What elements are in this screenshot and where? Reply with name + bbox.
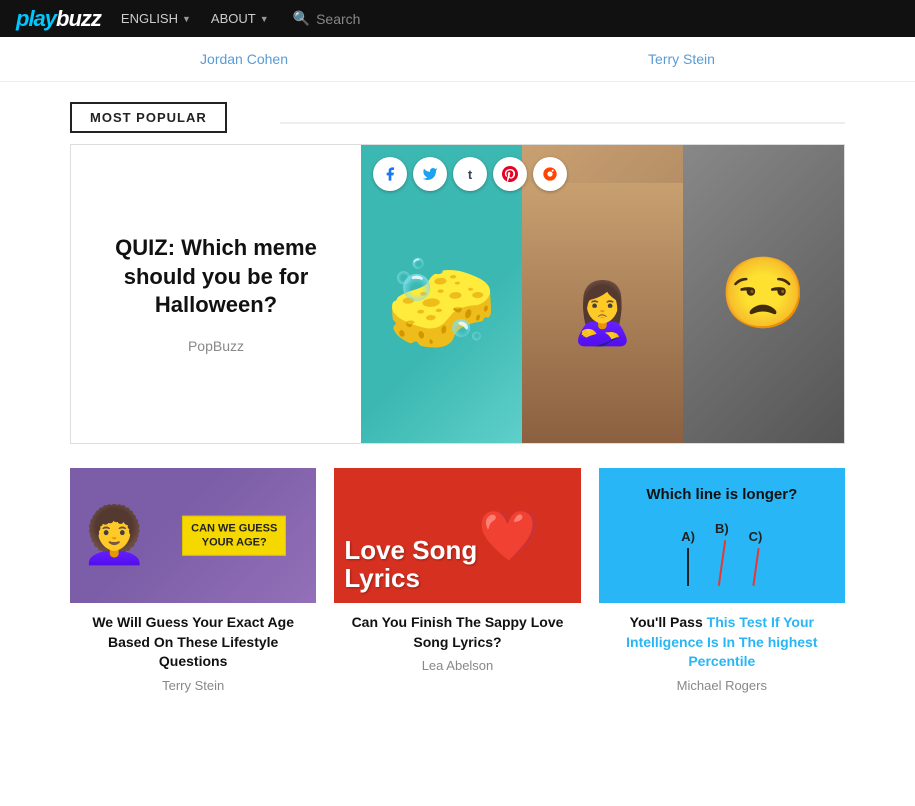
share-facebook-button[interactable] — [373, 157, 407, 191]
cards-row: 👩‍🦱 CAN WE GUESS YOUR AGE? We Will Guess… — [70, 468, 845, 697]
share-reddit-button[interactable] — [533, 157, 567, 191]
section-divider — [280, 122, 845, 124]
iq-card-visual: Which line is longer? A) B) C) — [599, 468, 845, 603]
featured-image-3: 😒 — [683, 145, 844, 443]
card-iq: Which line is longer? A) B) C) — [599, 468, 845, 697]
iq-line-a — [687, 548, 689, 586]
card-iq-author[interactable]: Michael Rogers — [605, 678, 839, 693]
card-age-author[interactable]: Terry Stein — [76, 678, 310, 693]
card-iq-title[interactable]: You'll Pass This Test If Your Intelligen… — [605, 613, 839, 672]
iq-question-text: Which line is longer? — [646, 486, 797, 503]
love-card-visual: Love Song Lyrics ❤️ — [334, 468, 580, 603]
iq-line-c — [752, 548, 759, 586]
card-age-thumb[interactable]: 👩‍🦱 CAN WE GUESS YOUR AGE? — [70, 468, 316, 603]
card-age: 👩‍🦱 CAN WE GUESS YOUR AGE? We Will Guess… — [70, 468, 316, 697]
chevron-down-icon: ▼ — [260, 14, 269, 24]
card-age-info: We Will Guess Your Exact Age Based On Th… — [70, 603, 316, 697]
featured-images-panel: t 🧽 🙎‍♀️ 😒 — [361, 145, 844, 443]
card-love: Love Song Lyrics ❤️ Can You Finish The S… — [334, 468, 580, 697]
navbar: playbuzz ENGLISH ▼ ABOUT ▼ 🔍 — [0, 0, 915, 37]
card-love-info: Can You Finish The Sappy Love Song Lyric… — [334, 603, 580, 677]
iq-option-b: B) — [715, 521, 729, 586]
iq-lines: A) B) C) — [681, 521, 762, 586]
social-share-bar: t — [373, 157, 567, 191]
iq-option-a: A) — [681, 529, 695, 586]
person-emoji: 🙎‍♀️ — [565, 278, 640, 349]
section-header: MOST POPULAR — [0, 82, 915, 124]
woman-emoji: 👩‍🦱 — [80, 503, 148, 568]
search-bar: 🔍 — [293, 10, 436, 27]
section-label: MOST POPULAR — [70, 102, 227, 133]
card-iq-thumb[interactable]: Which line is longer? A) B) C) — [599, 468, 845, 603]
chevron-down-icon: ▼ — [182, 14, 191, 24]
featured-text-panel: QUIZ: Which meme should you be for Hallo… — [71, 145, 361, 443]
share-twitter-button[interactable] — [413, 157, 447, 191]
iq-line-b — [718, 540, 726, 586]
featured-title[interactable]: QUIZ: Which meme should you be for Hallo… — [91, 234, 341, 320]
card-love-thumb[interactable]: Love Song Lyrics ❤️ — [334, 468, 580, 603]
frown-emoji: 😒 — [720, 253, 807, 335]
share-pinterest-button[interactable] — [493, 157, 527, 191]
site-logo[interactable]: playbuzz — [16, 6, 101, 32]
spongebob-emoji: 🧽 — [385, 252, 497, 357]
above-fold-strip: Jordan Cohen Terry Stein — [0, 37, 915, 82]
share-tumblr-button[interactable]: t — [453, 157, 487, 191]
featured-author[interactable]: PopBuzz — [188, 338, 244, 354]
card-iq-info: You'll Pass This Test If Your Intelligen… — [599, 603, 845, 697]
age-badge: CAN WE GUESS YOUR AGE? — [182, 515, 286, 556]
author-link-terry[interactable]: Terry Stein — [648, 51, 715, 67]
card-love-title[interactable]: Can You Finish The Sappy Love Song Lyric… — [340, 613, 574, 652]
iq-option-c: C) — [749, 529, 763, 586]
nav-about[interactable]: ABOUT ▼ — [211, 11, 269, 26]
nav-language[interactable]: ENGLISH ▼ — [121, 11, 191, 26]
card-age-title[interactable]: We Will Guess Your Exact Age Based On Th… — [76, 613, 310, 672]
heart-icon: ❤️ — [478, 506, 540, 565]
search-icon: 🔍 — [293, 10, 310, 27]
card-love-author[interactable]: Lea Abelson — [340, 658, 574, 673]
love-overlay-text: Love Song Lyrics — [344, 536, 477, 593]
card-iq-title-highlight: This Test If Your Intelligence Is In The… — [626, 614, 817, 669]
author-link-jordan[interactable]: Jordan Cohen — [200, 51, 288, 67]
featured-card: QUIZ: Which meme should you be for Hallo… — [70, 144, 845, 444]
search-input[interactable] — [316, 11, 436, 27]
